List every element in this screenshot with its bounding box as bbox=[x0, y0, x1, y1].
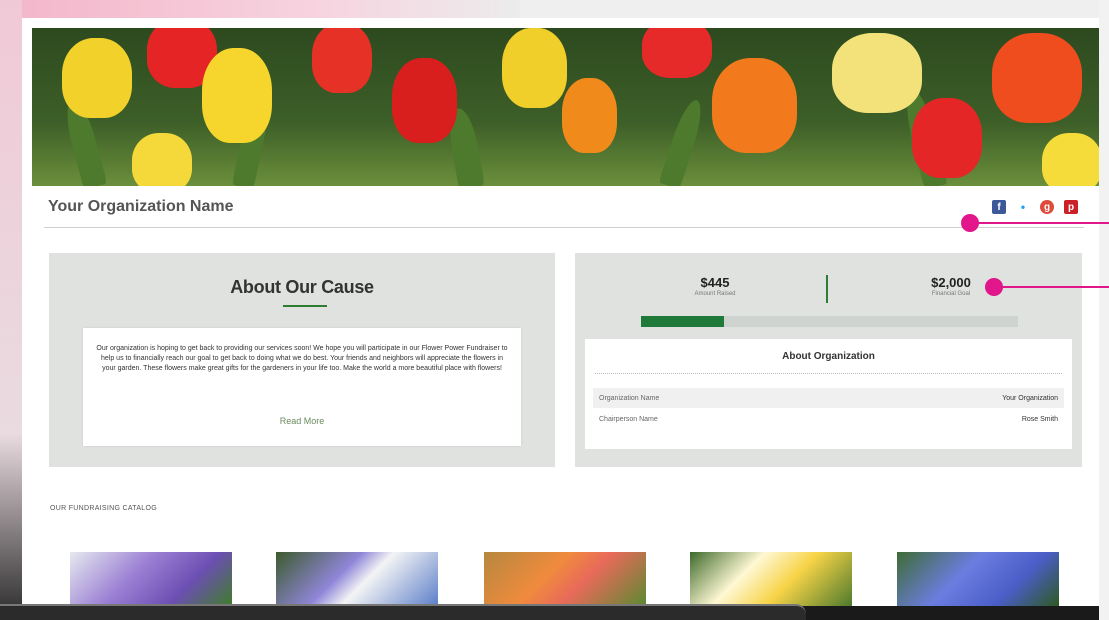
catalog-item-lily[interactable] bbox=[484, 552, 646, 606]
laptop-screen: Your Organization Name f • g p About Our… bbox=[22, 18, 1099, 606]
org-name: Your Organization Name bbox=[48, 198, 234, 215]
header-divider bbox=[44, 227, 1084, 228]
read-more-link[interactable]: Read More bbox=[83, 416, 521, 426]
amount-raised-label: Amount Raised bbox=[694, 291, 736, 297]
catalog-item-anemone[interactable] bbox=[276, 552, 438, 606]
catalog-item-hyacinth[interactable] bbox=[897, 552, 1059, 606]
background-right-strip bbox=[1099, 0, 1109, 620]
catalog-title: OUR FUNDRAISING CATALOG bbox=[50, 505, 157, 512]
catalog-item-allium[interactable] bbox=[70, 552, 232, 606]
pinterest-icon[interactable]: p bbox=[1064, 200, 1078, 214]
row-value: Your Organization bbox=[1002, 394, 1058, 402]
background-top-strip bbox=[520, 0, 1109, 18]
row-value: Rose Smith bbox=[1021, 415, 1058, 423]
progress-fill bbox=[641, 316, 724, 327]
org-header: Your Organization Name f • g p bbox=[32, 186, 1092, 228]
row-key: Chairperson Name bbox=[599, 415, 658, 423]
background-left-strip bbox=[0, 0, 22, 620]
fundraising-progress-bar bbox=[641, 316, 1018, 327]
about-cause-text: Our organization is hoping to get back t… bbox=[96, 345, 508, 372]
organization-name-row: Organization Name Your Organization bbox=[593, 388, 1064, 408]
chairperson-name-row: Chairperson Name Rose Smith bbox=[593, 409, 1064, 429]
about-cause-panel: About Our Cause Our organization is hopi… bbox=[49, 253, 555, 467]
callout-line-stats bbox=[999, 286, 1109, 288]
about-cause-card: Our organization is hoping to get back t… bbox=[83, 328, 521, 446]
catalog-item-daffodil[interactable] bbox=[690, 552, 852, 606]
laptop-bezel bbox=[0, 604, 806, 620]
amount-raised-value: $445 bbox=[700, 275, 730, 290]
social-share-icons: f • g p bbox=[992, 200, 1078, 214]
title-underline bbox=[283, 305, 327, 307]
row-key: Organization Name bbox=[599, 394, 660, 402]
stat-separator bbox=[826, 275, 828, 303]
card-divider bbox=[595, 373, 1062, 374]
google-plus-icon[interactable]: g bbox=[1040, 200, 1054, 214]
callout-line-social bbox=[975, 222, 1109, 224]
facebook-icon[interactable]: f bbox=[992, 200, 1006, 214]
hero-banner-image bbox=[32, 28, 1099, 186]
about-organization-title: About Organization bbox=[782, 351, 875, 362]
about-organization-card: About Organization Organization Name You… bbox=[585, 339, 1072, 449]
twitter-icon[interactable]: • bbox=[1016, 200, 1030, 214]
about-cause-title: About Our Cause bbox=[230, 277, 374, 297]
amount-raised-stat: $445 Amount Raised bbox=[655, 275, 775, 297]
